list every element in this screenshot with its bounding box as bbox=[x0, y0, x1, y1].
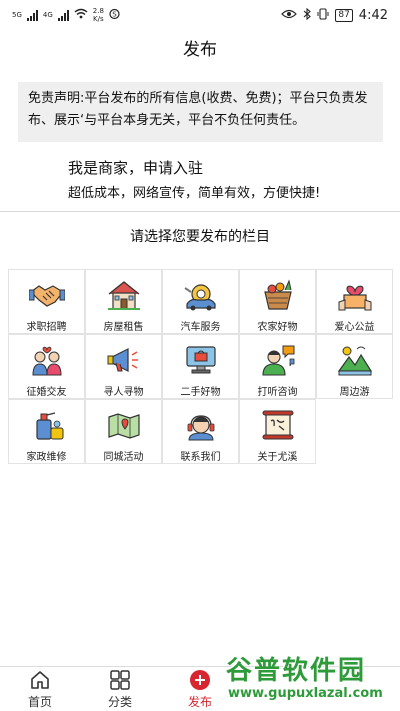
category-lost-found[interactable]: 寻人寻物 bbox=[85, 334, 162, 399]
house-icon bbox=[107, 281, 140, 310]
contact-icon bbox=[187, 415, 214, 441]
secondhand-icon bbox=[185, 346, 216, 374]
category-label: 打听咨询 bbox=[257, 387, 298, 398]
category-charity[interactable]: 爱心公益 bbox=[316, 269, 393, 334]
nav-home-label: 首页 bbox=[27, 694, 52, 709]
eye-icon bbox=[281, 9, 298, 22]
wifi-icon bbox=[74, 8, 88, 22]
map-icon bbox=[107, 413, 140, 439]
cleaning-icon bbox=[35, 412, 63, 440]
category-consult[interactable]: 打听咨询 bbox=[239, 334, 316, 399]
category-local-events[interactable]: 同城活动 bbox=[85, 399, 162, 464]
category-label: 求职招聘 bbox=[26, 322, 67, 333]
category-house[interactable]: 房屋租售 bbox=[85, 269, 162, 334]
clock: 4:42 bbox=[358, 7, 388, 23]
category-dating[interactable]: 征婚交友 bbox=[8, 334, 85, 399]
title-bar: 发布 bbox=[0, 30, 400, 64]
category-farm[interactable]: 农家好物 bbox=[239, 269, 316, 334]
category-label: 同城活动 bbox=[103, 452, 144, 463]
category-label: 房屋租售 bbox=[103, 322, 144, 333]
app-notify-icon: S bbox=[109, 8, 120, 23]
svg-text:S: S bbox=[112, 10, 117, 18]
merchant-title[interactable]: 我是商家，申请入驻 bbox=[68, 155, 388, 181]
farm-basket-icon bbox=[263, 279, 292, 310]
watermark-logo: 谷普软件园 www.gupuxlazal.com bbox=[226, 650, 396, 708]
category-label: 农家好物 bbox=[257, 322, 298, 333]
divider bbox=[0, 211, 400, 212]
category-car[interactable]: 汽车服务 bbox=[162, 269, 239, 334]
consult-icon bbox=[261, 345, 294, 376]
category-secondhand[interactable]: 二手好物 bbox=[162, 334, 239, 399]
nav-category[interactable]: 分类 bbox=[80, 667, 160, 711]
category-travel[interactable]: 周边游 bbox=[316, 334, 393, 399]
charity-heart-icon bbox=[338, 285, 371, 311]
battery-indicator: 87 bbox=[335, 8, 353, 22]
travel-icon bbox=[337, 346, 372, 376]
category-housekeeping[interactable]: 家政维修 bbox=[8, 399, 85, 464]
merchant-subtitle: 超低成本，网络宣传，简单有效，方便快捷! bbox=[68, 186, 321, 201]
vibrate-icon bbox=[317, 7, 329, 23]
category-label: 周边游 bbox=[339, 387, 370, 398]
couple-icon bbox=[31, 346, 62, 376]
category-label: 联系我们 bbox=[180, 452, 221, 463]
net-speed: 2.8 K/s bbox=[92, 7, 104, 23]
disclaimer-text: 免责声明:平台发布的所有信息(收费、免费)；平台只负责发布、展示‘与平台本身无关… bbox=[18, 82, 383, 142]
signal-icon-2 bbox=[57, 9, 69, 21]
signal-icon bbox=[26, 9, 38, 21]
merchant-apply-banner[interactable]: 我是商家，申请入驻 超低成本，网络宣传，简单有效，方便快捷! bbox=[68, 155, 388, 205]
car-service-icon bbox=[183, 284, 216, 311]
category-label: 关于尤溪 bbox=[257, 452, 298, 463]
category-label: 寻人寻物 bbox=[103, 387, 144, 398]
page-title: 发布 bbox=[183, 39, 217, 60]
megaphone-icon bbox=[107, 348, 138, 372]
category-label: 征婚交友 bbox=[26, 387, 67, 398]
nav-category-label: 分类 bbox=[107, 694, 132, 709]
category-job[interactable]: 求职招聘 bbox=[8, 269, 85, 334]
category-label: 二手好物 bbox=[180, 387, 221, 398]
plus-circle-icon bbox=[190, 669, 210, 690]
grid-icon bbox=[110, 669, 130, 690]
category-label: 家政维修 bbox=[26, 452, 67, 463]
category-contact[interactable]: 联系我们 bbox=[162, 399, 239, 464]
bluetooth-icon bbox=[303, 7, 312, 23]
category-about[interactable]: 关于尤溪 bbox=[239, 399, 316, 464]
category-label: 爱心公益 bbox=[334, 322, 375, 333]
nav-home[interactable]: 首页 bbox=[0, 667, 80, 711]
status-bar: 5G 4G 2.8 K/s S 87 4:42 bbox=[0, 0, 400, 30]
nav-publish-label: 发布 bbox=[187, 694, 212, 709]
home-icon bbox=[31, 670, 49, 689]
scroll-icon bbox=[262, 410, 293, 440]
section-title: 请选择您要发布的栏目 bbox=[130, 229, 270, 245]
watermark-url: www.gupuxlazal.com bbox=[228, 686, 383, 701]
handshake-icon bbox=[28, 285, 65, 307]
network-label-2: 4G bbox=[42, 10, 53, 19]
watermark-title: 谷普软件园 bbox=[226, 656, 367, 686]
category-label: 汽车服务 bbox=[180, 322, 221, 333]
network-label: 5G bbox=[12, 10, 22, 19]
